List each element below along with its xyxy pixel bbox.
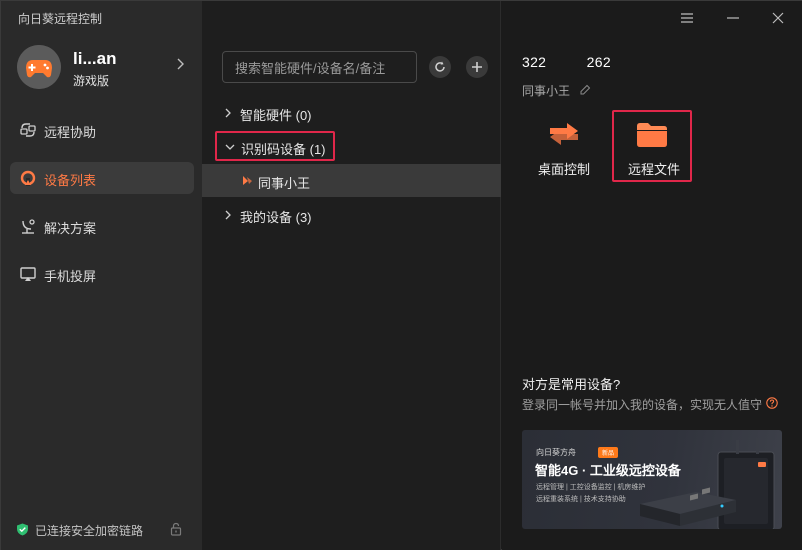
tip-subtitle: 登录同一帐号并加入我的设备，实现无人值守 bbox=[522, 398, 763, 412]
chevron-right-icon bbox=[225, 210, 231, 220]
device-id: 322 262 bbox=[522, 54, 611, 70]
banner-badge: 新品 bbox=[598, 447, 619, 458]
menu-icon[interactable] bbox=[679, 10, 695, 26]
username: li...an bbox=[73, 49, 117, 68]
device-id-mask bbox=[550, 57, 583, 70]
chevron-down-icon bbox=[225, 144, 235, 150]
nav-item-solutions[interactable]: 解决方案 bbox=[10, 210, 194, 242]
app-window: 向日葵远程控制 li...an 游戏版 远程协助 设备列表 解决方案 手机投屏 … bbox=[0, 0, 802, 550]
action-label: 远程文件 bbox=[627, 162, 680, 177]
sunlogin-device-icon bbox=[243, 176, 252, 185]
tip-title: 对方是常用设备? bbox=[522, 377, 621, 392]
desktop-control-button[interactable]: 桌面控制 bbox=[524, 110, 604, 182]
hardware-device-image bbox=[640, 438, 775, 529]
chevron-right-icon bbox=[225, 108, 231, 118]
nav-label: 手机投屏 bbox=[44, 269, 97, 284]
device-detail-panel: 322 262 同事小王 桌面控制 远程文件 对方是常用设备? 登录同一帐号并加… bbox=[502, 1, 802, 550]
device-id-prefix: 322 bbox=[522, 54, 547, 70]
profile-card[interactable]: li...an 游戏版 bbox=[13, 41, 193, 93]
lock-icon[interactable] bbox=[169, 522, 183, 536]
screen-mirror-icon bbox=[20, 267, 36, 281]
device-row[interactable]: 同事小王 bbox=[202, 164, 501, 197]
sidebar: 向日葵远程控制 li...an 游戏版 远程协助 设备列表 解决方案 手机投屏 … bbox=[1, 1, 202, 550]
app-title: 向日葵远程控制 bbox=[18, 12, 103, 26]
shield-check-icon bbox=[17, 523, 28, 536]
nav-item-device-list[interactable]: 设备列表 bbox=[10, 162, 194, 194]
promo-banner[interactable]: 向日葵方舟 新品 智能4G · 工业级远控设备 远程管理 | 工控设备监控 | … bbox=[522, 430, 782, 529]
desktop-control-icon bbox=[550, 123, 578, 145]
chevron-right-icon[interactable] bbox=[173, 57, 187, 71]
status-text: 已连接安全加密链路 bbox=[35, 524, 144, 538]
refresh-button[interactable] bbox=[429, 56, 451, 78]
nav-label: 解决方案 bbox=[44, 221, 97, 236]
device-name-label: 同事小王 bbox=[522, 84, 571, 98]
nav-item-screen-mirror[interactable]: 手机投屏 bbox=[10, 258, 194, 290]
search-box[interactable] bbox=[222, 51, 417, 83]
nav-item-remote-assist[interactable]: 远程协助 bbox=[10, 114, 194, 146]
banner-line: 远程重装系统 | 技术支持协助 bbox=[536, 496, 626, 503]
remote-assist-icon bbox=[20, 123, 36, 137]
avatar[interactable] bbox=[17, 45, 61, 89]
plus-icon bbox=[472, 62, 482, 72]
group-id-devices[interactable]: 识别码设备 (1) bbox=[215, 131, 335, 161]
close-icon[interactable] bbox=[770, 10, 786, 26]
search-input[interactable] bbox=[235, 58, 410, 78]
nav-label: 设备列表 bbox=[44, 173, 97, 188]
device-list-icon bbox=[20, 170, 36, 186]
help-icon[interactable] bbox=[766, 397, 778, 409]
group-label: 识别码设备 (1) bbox=[241, 142, 326, 157]
remote-file-icon bbox=[637, 123, 667, 147]
remote-file-button[interactable]: 远程文件 bbox=[612, 110, 692, 182]
action-label: 桌面控制 bbox=[537, 162, 590, 177]
edition-label: 游戏版 bbox=[73, 74, 110, 88]
refresh-icon bbox=[435, 61, 445, 72]
group-label: 智能硬件 (0) bbox=[240, 108, 312, 123]
nav-label: 远程协助 bbox=[44, 125, 97, 140]
add-device-button[interactable] bbox=[466, 56, 488, 78]
banner-brand: 向日葵方舟 bbox=[536, 448, 576, 457]
solution-icon bbox=[22, 219, 35, 234]
banner-line: 远程管理 | 工控设备监控 | 机房维护 bbox=[536, 484, 646, 491]
device-id-suffix: 262 bbox=[586, 54, 611, 70]
edit-icon[interactable] bbox=[580, 84, 591, 95]
device-list-panel: 智能硬件 (0) 识别码设备 (1) 同事小王 我的设备 (3) bbox=[202, 1, 501, 550]
group-label: 我的设备 (3) bbox=[240, 210, 312, 225]
minimize-icon[interactable] bbox=[725, 10, 741, 26]
device-name: 同事小王 bbox=[258, 176, 311, 191]
